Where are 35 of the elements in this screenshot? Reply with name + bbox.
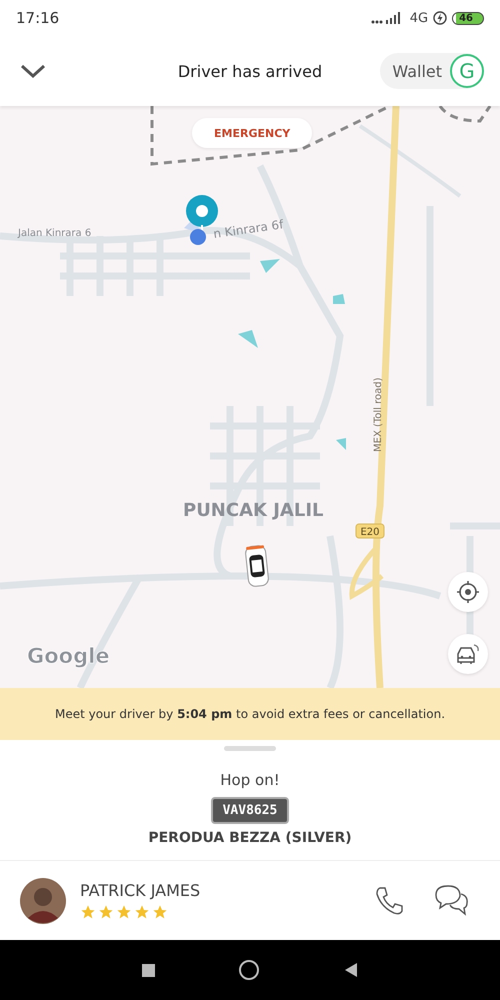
home-button[interactable] <box>239 960 260 980</box>
avatar-silhouette <box>20 878 66 924</box>
map-label: MEX (Toll road) <box>373 377 384 452</box>
battery-level: 46 <box>452 12 484 24</box>
car-icon <box>455 642 481 666</box>
star-icon <box>152 904 168 920</box>
back-button[interactable] <box>344 962 358 978</box>
network-type: 4G <box>410 10 428 26</box>
status-time: 17:16 <box>16 9 60 27</box>
crosshair-icon <box>456 580 480 604</box>
notice-text: Meet your driver by 5:04 pm to avoid extra fees or cancellation. <box>54 707 446 721</box>
map-label: PUNCAK JALIL <box>183 500 324 521</box>
road-shield: E20 <box>356 524 384 538</box>
star-icon <box>80 904 96 920</box>
driver-name: PATRICK JAMES <box>80 881 202 900</box>
drag-handle[interactable] <box>224 746 276 751</box>
emergency-button[interactable]: EMERGENCY <box>192 118 312 148</box>
star-icon <box>134 904 150 920</box>
star-icon <box>116 904 132 920</box>
map-logo: Google <box>27 644 110 668</box>
star-icon <box>98 904 114 920</box>
driver-location-button[interactable] <box>448 634 488 674</box>
recents-button[interactable] <box>142 964 156 976</box>
wallet-button[interactable]: Wallet G <box>380 53 484 89</box>
map-label: Jalan Kinrara 6 <box>18 228 92 239</box>
license-plate: VAV8625 <box>210 797 290 824</box>
chevron-down-icon[interactable] <box>20 63 46 79</box>
vehicle-name: PERODUA BEZZA (SILVER) <box>148 830 352 846</box>
map-label: n Kinrara 6f <box>212 217 284 241</box>
trip-heading: Hop on! <box>220 771 280 789</box>
screen-title: Driver has arrived <box>178 62 322 80</box>
locate-button[interactable] <box>448 572 488 612</box>
charging-icon <box>433 11 448 25</box>
map-view[interactable]: Jalan Kinrara 6 n Kinrara 6f PUNCAK JALIL MEX (Toll road) E20 Google EMERGENCY <box>0 106 500 688</box>
chat-icon[interactable] <box>434 884 470 918</box>
